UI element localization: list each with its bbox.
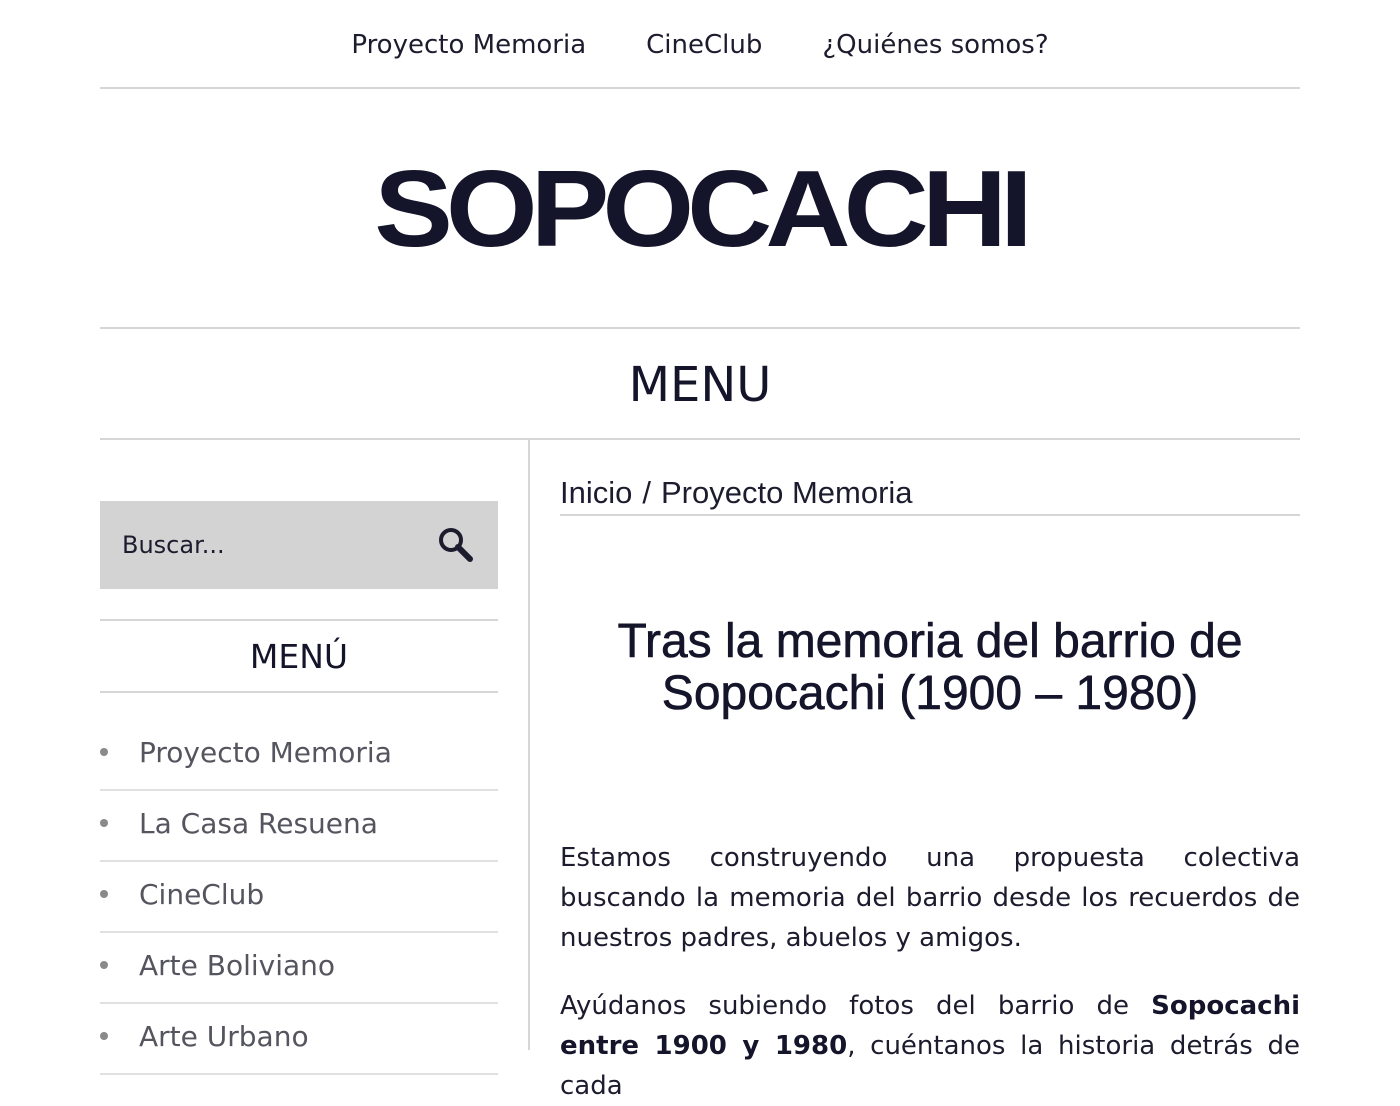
bullet-icon <box>100 819 108 827</box>
intro-paragraph: Estamos construyendo una propuesta colec… <box>560 843 1300 953</box>
main-content: Inicio / Proyecto Memoria Tras la memoria … <box>560 440 1300 1101</box>
menu-toggle-button[interactable]: MENU <box>100 350 1300 420</box>
breadcrumb-home-link[interactable]: Inicio <box>560 475 632 510</box>
sidebar-link[interactable]: Arte Boliviano <box>139 933 335 999</box>
column-divider <box>528 440 530 1050</box>
search-icon[interactable] <box>436 525 476 565</box>
divider <box>100 87 1300 89</box>
divider <box>100 327 1300 329</box>
sidebar-item-la-casa-resuena: La Casa Resuena <box>100 791 498 862</box>
sidebar-link[interactable]: La Casa Resuena <box>139 791 378 857</box>
paragraph-text: Ayúdanos subiendo fotos del barrio de <box>560 991 1152 1021</box>
sidebar-item-arte-urbano: Arte Urbano <box>100 1004 498 1075</box>
sidebar-menu-list: Proyecto Memoria La Casa Resuena CineClu… <box>100 720 498 1075</box>
top-navigation: Proyecto Memoria CineClub ¿Quiénes somos… <box>100 22 1300 68</box>
sidebar-item-cineclub: CineClub <box>100 862 498 933</box>
bullet-icon <box>100 961 108 969</box>
topnav-item-cineclub[interactable]: CineClub <box>616 22 792 68</box>
call-to-action-paragraph: Ayúdanos subiendo fotos del barrio de So… <box>560 986 1300 1106</box>
logo-text: SOPOCACHI <box>374 148 1033 270</box>
sidebar-link[interactable]: Proyecto Memoria <box>139 720 392 786</box>
sidebar-menu-header: MENÚ <box>100 619 498 693</box>
sidebar-menu-title: MENÚ <box>249 637 349 676</box>
search-input[interactable] <box>100 501 400 589</box>
bullet-icon <box>100 1032 108 1040</box>
sidebar-item-proyecto-memoria: Proyecto Memoria <box>100 720 498 791</box>
breadcrumb: Inicio / Proyecto Memoria <box>560 470 1300 516</box>
sidebar-item-arte-boliviano: Arte Boliviano <box>100 933 498 1004</box>
page: Proyecto Memoria CineClub ¿Quiénes somos… <box>100 0 1300 1101</box>
breadcrumb-separator: / <box>642 475 651 510</box>
sidebar-link[interactable]: CineClub <box>139 862 264 928</box>
topnav-item-proyecto-memoria[interactable]: Proyecto Memoria <box>321 22 616 68</box>
search-form <box>100 501 498 589</box>
sidebar: MENÚ Proyecto Memoria La Casa Resuena Ci… <box>100 440 498 1075</box>
bullet-icon <box>100 890 108 898</box>
topnav-item-quienes-somos[interactable]: ¿Quiénes somos? <box>792 22 1078 68</box>
breadcrumb-current: Proyecto Memoria <box>661 475 913 510</box>
page-title: Tras la memoria del barrio de Sopocachi … <box>617 615 1243 720</box>
sidebar-link[interactable]: Arte Urbano <box>139 1004 309 1070</box>
site-logo[interactable]: SOPOCACHI <box>374 146 1033 272</box>
bullet-icon <box>100 748 108 756</box>
